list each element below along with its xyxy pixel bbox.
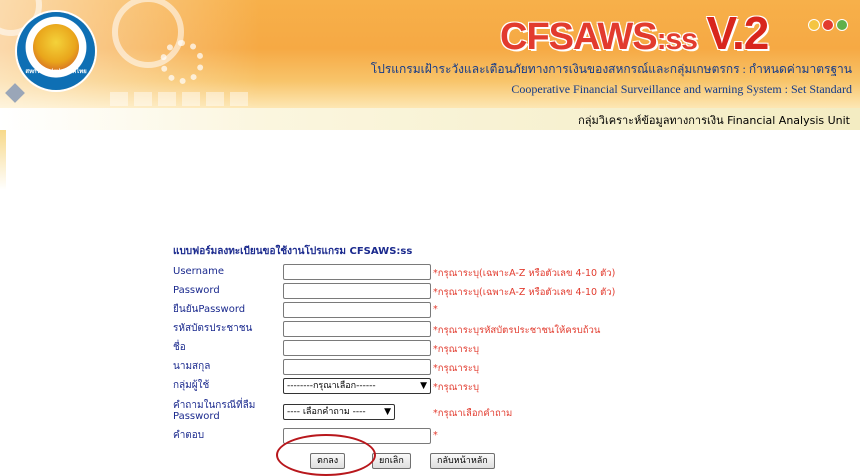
form-row-last-name: นามสกุล *กรุณาระบุ (173, 359, 733, 377)
header-banner: สหกรณ์แห่งประเทศไทย CFSAWS:ss V.2 โปรแกร… (0, 0, 860, 108)
form-row-first-name: ชื่อ *กรุณาระบุ (173, 340, 733, 358)
answer-hint: * (433, 430, 438, 441)
confirm-password-label: ยืนยันPassword (173, 304, 246, 315)
user-group-label: กลุ่มผู้ใช้ (173, 380, 210, 391)
id-card-label: รหัสบัตรประชาชน (173, 323, 253, 334)
answer-label: คำตอบ (173, 430, 205, 441)
password-hint: *กรุณาระบุ(เฉพาะA-Z หรือตัวเลข 4-10 ตัว) (433, 287, 616, 298)
first-name-input[interactable] (283, 340, 431, 356)
annotation-highlight-ring (276, 434, 376, 476)
security-question-selected: ---- เลือกคำถาม ---- (287, 407, 366, 417)
green-dot-icon (836, 19, 848, 31)
first-name-hint: *กรุณาระบุ (433, 344, 479, 355)
user-group-select[interactable]: --------กรุณาเลือก------ ▼ (283, 378, 431, 394)
banner-square (110, 92, 128, 106)
first-name-label: ชื่อ (173, 342, 186, 353)
confirm-password-hint: * (433, 304, 438, 315)
last-name-label: นามสกุล (173, 361, 211, 372)
chevron-down-icon: ▼ (384, 407, 391, 417)
app-title: CFSAWS:ss V.2 (500, 10, 769, 60)
form-row-password: Password *กรุณาระบุ(เฉพาะA-Z หรือตัวเลข … (173, 283, 733, 301)
unit-bar: กลุ่มวิเคราะห์ข้อมูลทางการเงิน Financial… (0, 108, 860, 130)
form-row-confirm-password: ยืนยันPassword * (173, 302, 733, 320)
form-row-username: Username *กรุณาระบุ(เฉพาะA-Z หรือตัวเลข … (173, 264, 733, 282)
username-hint: *กรุณาระบุ(เฉพาะA-Z หรือตัวเลข 4-10 ตัว) (433, 268, 616, 279)
id-card-input[interactable] (283, 321, 431, 337)
back-to-home-button[interactable]: กลับหน้าหลัก (430, 453, 495, 469)
subtitle-english: Cooperative Financial Surveillance and w… (511, 82, 852, 96)
logo-emblem (33, 24, 79, 70)
app-version: V.2 (706, 7, 769, 59)
security-question-hint: *กรุณาเลือกคำถาม (433, 408, 513, 419)
confirm-password-input[interactable] (283, 302, 431, 318)
subtitle-thai: โปรแกรมเฝ้าระวังและเตือนภัยทางการเงินของ… (370, 62, 852, 76)
form-row-answer: คำตอบ * (173, 428, 733, 446)
id-card-hint: *กรุณาระบุรหัสบัตรประชาชนให้ครบถ้วน (433, 325, 601, 336)
banner-square (134, 92, 152, 106)
form-title: แบบฟอร์มลงทะเบียนขอใช้งานโปรแกรม CFSAWS:… (173, 246, 413, 257)
security-question-label-line1: คำถามในกรณีที่ลืม (173, 400, 256, 411)
chevron-down-icon: ▼ (420, 381, 427, 391)
password-label: Password (173, 285, 220, 296)
gear-icon (160, 40, 204, 84)
yellow-dot-icon (808, 19, 820, 31)
banner-square (230, 92, 248, 106)
banner-square (158, 92, 176, 106)
status-dots (808, 16, 850, 35)
last-name-input[interactable] (283, 359, 431, 375)
form-row-security-question: คำถามในกรณีที่ลืม Password ---- เลือกคำถา… (173, 400, 733, 422)
red-dot-icon (822, 19, 834, 31)
banner-square (206, 92, 224, 106)
security-question-label-line2: Password (173, 411, 220, 422)
cancel-button[interactable]: ยกเลิก (372, 453, 411, 469)
app-title-main: CFSAWS (500, 16, 658, 58)
left-stripe (0, 130, 6, 190)
cooperative-logo: สหกรณ์แห่งประเทศไทย (17, 12, 95, 90)
last-name-hint: *กรุณาระบุ (433, 363, 479, 374)
unit-label: กลุ่มวิเคราะห์ข้อมูลทางการเงิน Financial… (578, 114, 850, 127)
username-label: Username (173, 266, 224, 277)
form-row-user-group: กลุ่มผู้ใช้ --------กรุณาเลือก------ ▼ *… (173, 378, 733, 396)
security-question-label: คำถามในกรณีที่ลืม Password (173, 400, 255, 422)
form-row-id-card: รหัสบัตรประชาชน *กรุณาระบุรหัสบัตรประชาช… (173, 321, 733, 339)
app-title-suffix: :ss (656, 23, 698, 56)
logo-text: สหกรณ์แห่งประเทศไทย (25, 68, 87, 75)
banner-square (182, 92, 200, 106)
password-input[interactable] (283, 283, 431, 299)
user-group-selected: --------กรุณาเลือก------ (287, 381, 376, 391)
security-question-select[interactable]: ---- เลือกคำถาม ---- ▼ (283, 404, 395, 420)
user-group-hint: *กรุณาระบุ (433, 382, 479, 393)
username-input[interactable] (283, 264, 431, 280)
